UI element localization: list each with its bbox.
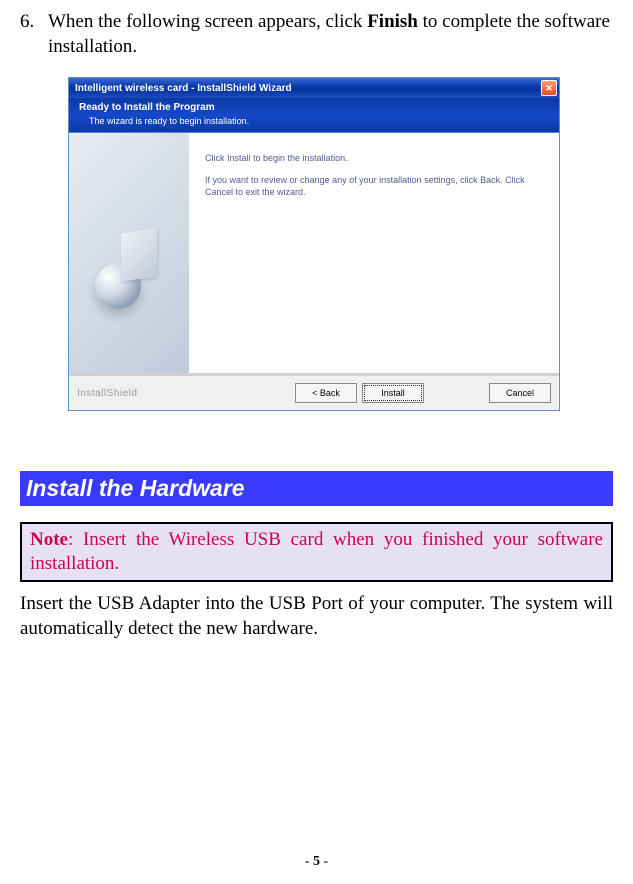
- step-item: 6. When the following screen appears, cl…: [20, 10, 613, 59]
- wizard-line1: Click Install to begin the installation.: [205, 153, 543, 165]
- wizard-subheading: The wizard is ready to begin installatio…: [79, 116, 549, 126]
- installshield-brand: InstallShield: [77, 388, 290, 399]
- wizard-side-graphic: [69, 133, 189, 373]
- wizard-body-text: Click Install to begin the installation.…: [189, 133, 559, 373]
- page-number-value: 5: [313, 854, 320, 869]
- step-text: When the following screen appears, click…: [48, 10, 613, 59]
- installer-screenshot: Intelligent wireless card - InstallShiel…: [68, 77, 613, 411]
- wizard-heading: Ready to Install the Program: [79, 102, 549, 113]
- window-title: Intelligent wireless card - InstallShiel…: [75, 83, 541, 94]
- section-heading: Install the Hardware: [20, 471, 613, 506]
- wizard-content: Click Install to begin the installation.…: [69, 133, 559, 373]
- window-titlebar: Intelligent wireless card - InstallShiel…: [69, 78, 559, 98]
- back-button[interactable]: < Back: [295, 383, 357, 403]
- page-number: - 5 -: [0, 854, 633, 870]
- close-icon[interactable]: ✕: [541, 80, 557, 96]
- wizard-button-row: InstallShield < Back Install Cancel: [69, 373, 559, 410]
- body-paragraph: Insert the USB Adapter into the USB Port…: [20, 592, 613, 641]
- step-text-bold: Finish: [367, 11, 418, 32]
- step-text-pre: When the following screen appears, click: [48, 11, 367, 32]
- note-box: Note: Insert the Wireless USB card when …: [20, 522, 613, 582]
- note-label: Note: [30, 529, 68, 550]
- note-text: : Insert the Wireless USB card when you …: [30, 529, 603, 574]
- install-button[interactable]: Install: [362, 383, 424, 403]
- cancel-button[interactable]: Cancel: [489, 383, 551, 403]
- wizard-line2: If you want to review or change any of y…: [205, 175, 543, 198]
- wizard-header: Ready to Install the Program The wizard …: [69, 98, 559, 133]
- step-number: 6.: [20, 10, 48, 59]
